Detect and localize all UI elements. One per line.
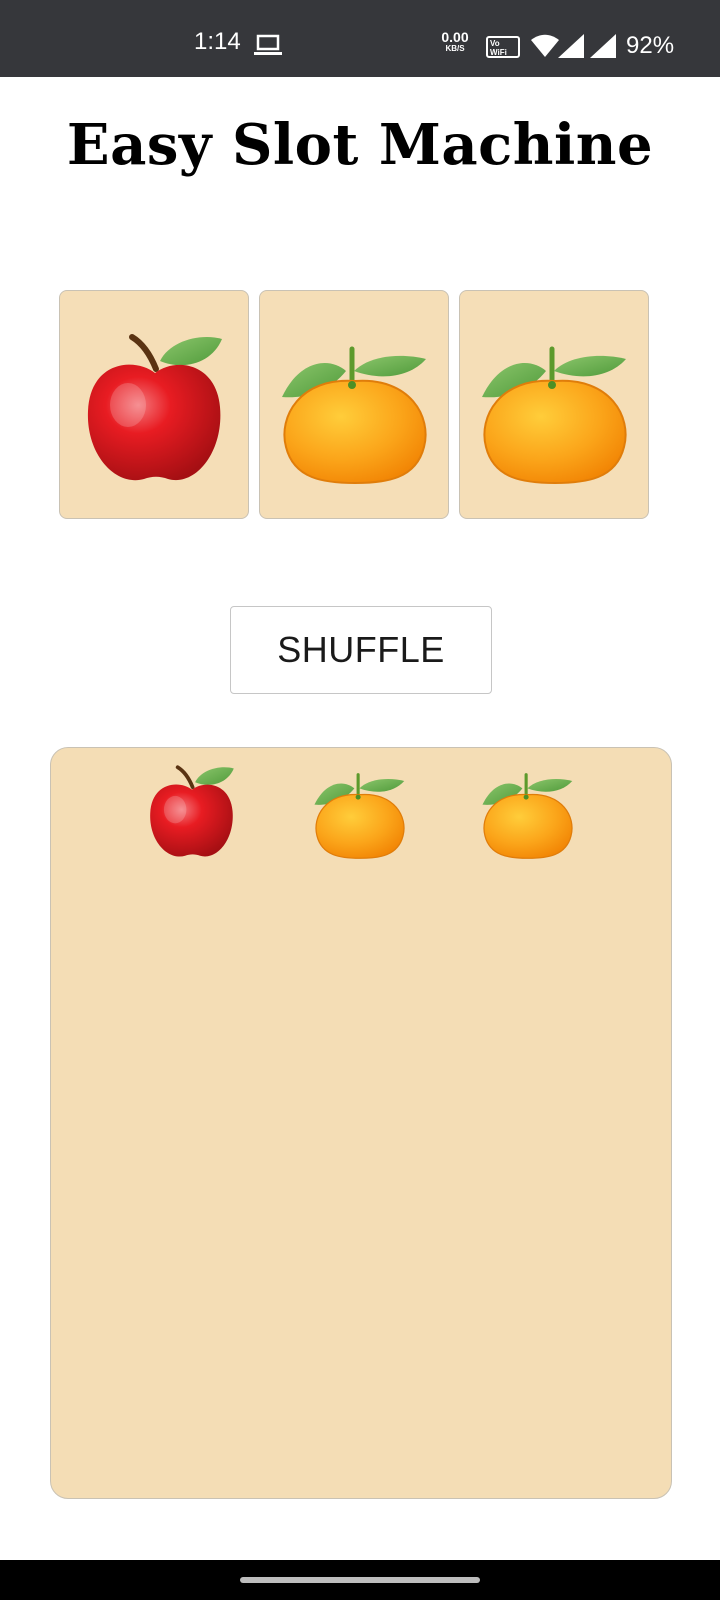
- orange-icon: [481, 756, 575, 862]
- status-bar: 1:14 0.00 KB/S Vo WiFi 92%: [0, 0, 720, 77]
- slot-reel-1: [59, 290, 249, 519]
- vowifi-icon: Vo WiFi: [486, 36, 520, 58]
- status-time: 1:14: [194, 28, 241, 55]
- slot-reel-2: [259, 290, 449, 519]
- battery-level: 92%: [626, 32, 675, 59]
- page-title: Easy Slot Machine: [66, 112, 654, 178]
- orange-icon: [280, 319, 430, 489]
- shuffle-button[interactable]: SHUFFLE: [230, 606, 492, 694]
- orange-icon: [313, 756, 407, 862]
- laptop-icon: [254, 34, 282, 55]
- wifi-icon: [531, 34, 559, 57]
- home-gesture-handle[interactable]: [240, 1577, 480, 1583]
- apple-icon: [80, 319, 230, 489]
- signal-icon: [558, 34, 584, 58]
- history-panel[interactable]: [50, 747, 672, 1499]
- orange-icon: [480, 319, 630, 489]
- slot-reel-3: [459, 290, 649, 519]
- signal-icon: [590, 34, 616, 58]
- network-speed: 0.00 KB/S: [441, 29, 469, 53]
- apple-icon: [145, 756, 239, 862]
- navigation-bar: [0, 1560, 720, 1600]
